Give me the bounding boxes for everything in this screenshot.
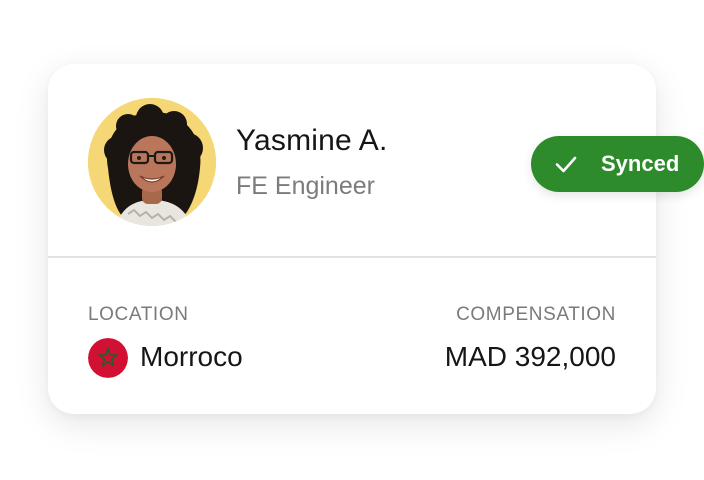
compensation-label: COMPENSATION [456,304,616,325]
employee-role: FE Engineer [236,172,375,200]
stage: Yasmine A. FE Engineer LOCATION COMPENSA… [0,0,704,480]
employee-name: Yasmine A. [236,124,388,157]
employee-card: Yasmine A. FE Engineer LOCATION COMPENSA… [48,64,656,414]
location-value: Morroco [140,341,243,372]
morocco-flag-icon [88,338,128,378]
check-icon [555,156,577,173]
divider [48,256,656,258]
compensation-value: MAD 392,000 [444,341,616,372]
status-label: Synced [601,151,680,176]
avatar [88,98,216,226]
synced-status-badge: Synced [531,136,704,192]
location-label: LOCATION [88,304,189,325]
